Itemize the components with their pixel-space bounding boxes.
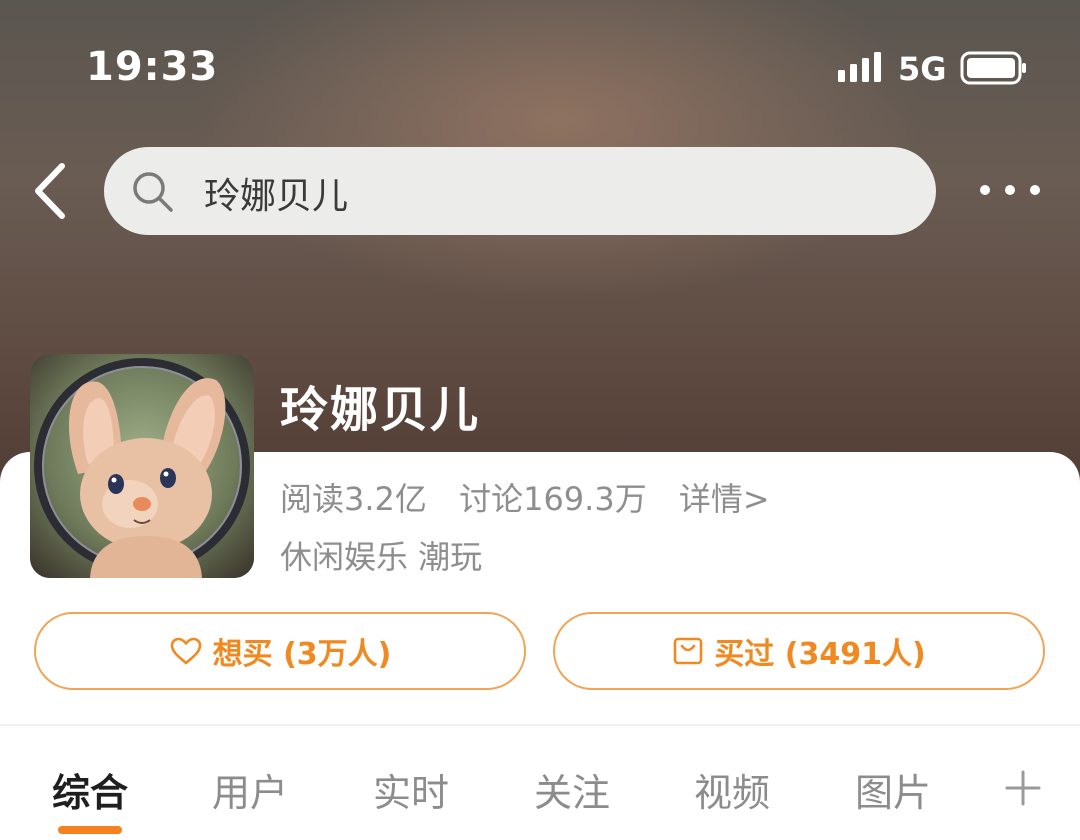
bought-button[interactable]: 买过 (3491人) <box>553 612 1045 690</box>
search-input[interactable]: 玲娜贝儿 <box>104 147 936 235</box>
topic-title: 玲娜贝儿 <box>280 382 481 438</box>
search-icon <box>133 172 173 212</box>
tab-video[interactable]: 视频 <box>694 762 770 817</box>
heart-icon <box>170 637 201 665</box>
bought-label: 买过 (3491人) <box>714 637 926 672</box>
avatar-plush-fox <box>30 354 254 578</box>
read-count: 阅读3.2亿 <box>280 480 427 518</box>
tab-images[interactable]: 图片 <box>855 762 931 817</box>
tab-realtime[interactable]: 实时 <box>373 762 449 817</box>
active-tab-indicator <box>58 826 122 834</box>
status-time: 19:33 <box>86 44 219 90</box>
detail-link[interactable]: 详情> <box>679 480 770 518</box>
signal-icon <box>838 52 881 82</box>
discussion-count: 讨论169.3万 <box>459 480 647 518</box>
more-dots-icon[interactable] <box>975 178 1045 202</box>
topic-avatar[interactable] <box>30 354 254 578</box>
shopping-bag-icon <box>674 637 703 665</box>
plus-icon[interactable] <box>1005 770 1041 806</box>
topic-categories: 休闲娱乐 潮玩 <box>280 538 483 576</box>
tab-users[interactable]: 用户 <box>212 762 288 817</box>
back-button[interactable] <box>30 160 74 222</box>
tab-following[interactable]: 关注 <box>534 762 610 817</box>
topic-stats: 阅读3.2亿 讨论169.3万 详情> <box>280 474 792 520</box>
divider <box>0 724 1080 726</box>
want-to-buy-button[interactable]: 想买 (3万人) <box>34 612 526 690</box>
search-query: 玲娜贝儿 <box>204 176 349 217</box>
tab-comprehensive[interactable]: 综合 <box>52 762 128 817</box>
want-to-buy-label: 想买 (3万人) <box>212 637 392 672</box>
battery-icon <box>960 51 1026 85</box>
network-type: 5G <box>898 50 947 88</box>
